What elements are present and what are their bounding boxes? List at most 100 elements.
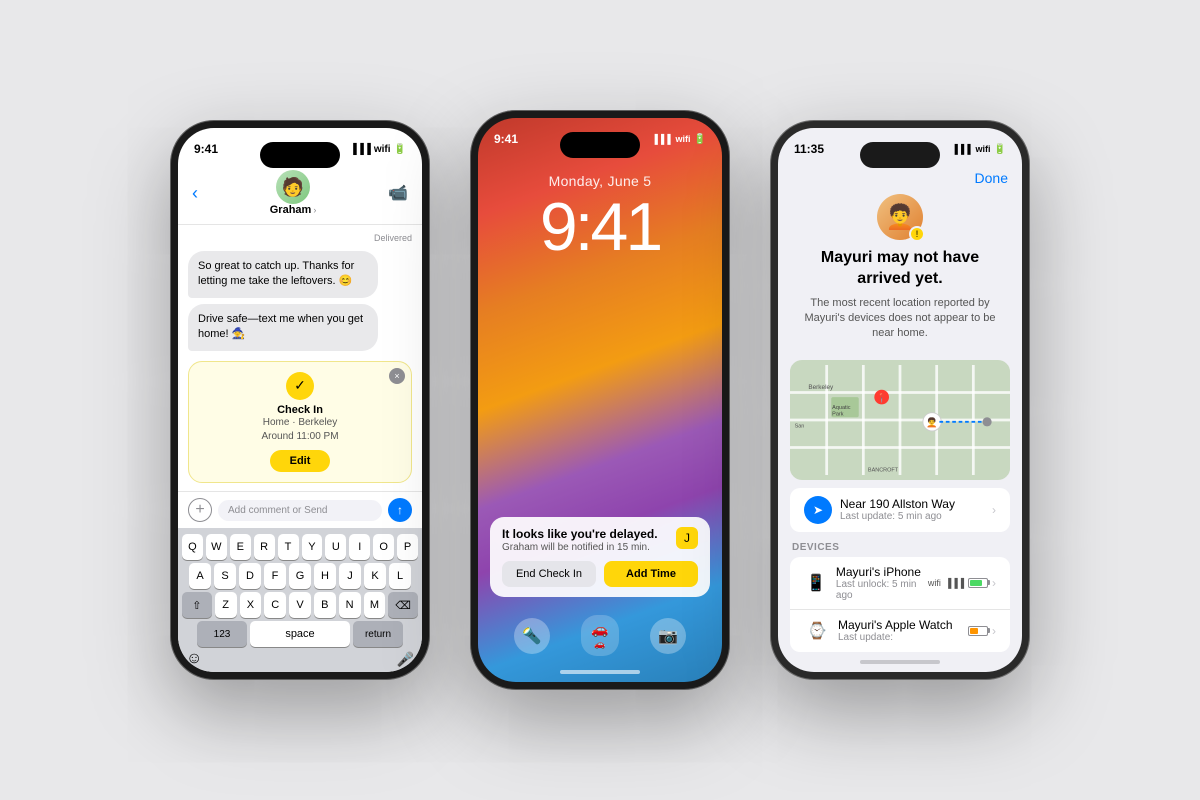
location-row[interactable]: ➤ Near 190 Allston Way Last update: 5 mi… [790, 488, 1010, 532]
check-in-icon: ✓ [286, 372, 314, 400]
devices-section: 📱 Mayuri's iPhone Last unlock: 5 min ago… [790, 557, 1010, 652]
svg-text:Aquatic: Aquatic [832, 405, 851, 411]
key-x[interactable]: X [240, 592, 262, 618]
iphone-wifi-icon: wifi [928, 578, 941, 588]
key-d[interactable]: D [239, 563, 261, 589]
camera-button[interactable]: 📷 [650, 618, 686, 654]
device-status-watch: Last update: [838, 632, 953, 643]
messages-header: ‹ 🧑 Graham › 📹 [178, 166, 422, 225]
add-attachment-button[interactable]: + [188, 498, 212, 522]
key-t[interactable]: T [278, 534, 299, 560]
send-button[interactable]: ↑ [388, 498, 412, 522]
device-row-watch[interactable]: ⌚ Mayuri's Apple Watch Last update: › [790, 610, 1010, 652]
status-icons-right: ▐▐▐ wifi 🔋 [951, 144, 1006, 155]
key-z[interactable]: Z [215, 592, 237, 618]
devices-section-header: DEVICES [778, 536, 1022, 557]
delayed-subtitle: Graham will be notified in 15 min. [502, 542, 658, 553]
delayed-actions: End Check In Add Time [502, 561, 698, 587]
device-right-watch: › [968, 624, 996, 638]
video-call-button[interactable]: 📹 [388, 183, 408, 203]
end-checkin-button[interactable]: End Check In [502, 561, 596, 587]
battery-cap [988, 580, 990, 585]
signal-icon-middle: ▐▐▐ [651, 134, 670, 144]
device-chevron-iphone-icon: › [992, 576, 996, 590]
contact-info[interactable]: 🧑 Graham › [270, 170, 317, 216]
home-indicator-middle [560, 670, 640, 674]
key-n[interactable]: N [339, 592, 361, 618]
key-j[interactable]: J [339, 563, 361, 589]
device-row-iphone[interactable]: 📱 Mayuri's iPhone Last unlock: 5 min ago… [790, 557, 1010, 610]
edit-checkin-button[interactable]: Edit [270, 450, 331, 472]
key-m[interactable]: M [364, 592, 386, 618]
status-icons-middle: ▐▐▐ wifi 🔋 [651, 134, 706, 145]
phone-right: 11:35 ▐▐▐ wifi 🔋 Done 🧑‍🦱 ! Mayuri may n… [770, 120, 1030, 680]
findmy-screen: 11:35 ▐▐▐ wifi 🔋 Done 🧑‍🦱 ! Mayuri may n… [778, 128, 1022, 672]
key-i[interactable]: I [349, 534, 370, 560]
key-delete[interactable]: ⌫ [388, 592, 418, 618]
key-u[interactable]: U [325, 534, 346, 560]
dynamic-island-left [260, 142, 340, 168]
check-in-title: Check In [199, 404, 401, 416]
add-time-button[interactable]: Add Time [604, 561, 698, 587]
key-f[interactable]: F [264, 563, 286, 589]
keyboard-row-1: Q W E R T Y U I O P [182, 534, 418, 560]
key-numbers[interactable]: 123 [197, 621, 247, 647]
device-name-watch: Mayuri's Apple Watch [838, 618, 953, 632]
done-button[interactable]: Done [975, 170, 1008, 186]
check-in-close-button[interactable]: × [389, 368, 405, 384]
key-h[interactable]: H [314, 563, 336, 589]
delayed-text: It looks like you're delayed. Graham wil… [502, 527, 658, 553]
wifi-icon-middle: wifi [676, 134, 691, 144]
contact-chevron-icon: › [313, 205, 316, 215]
key-e[interactable]: E [230, 534, 251, 560]
mic-button[interactable]: 🎤 [397, 651, 414, 668]
key-shift[interactable]: ⇧ [182, 592, 212, 618]
svg-text:Berkeley: Berkeley [808, 384, 834, 391]
key-l[interactable]: L [389, 563, 411, 589]
key-return[interactable]: return [353, 621, 403, 647]
device-chevron-watch-icon: › [992, 624, 996, 638]
device-right-iphone: wifi ▐▐▐ › [928, 576, 996, 590]
contact-name: Graham [270, 204, 312, 216]
home-indicator-right [860, 660, 940, 664]
emoji-button[interactable]: ☺ [186, 650, 202, 668]
status-time-left: 9:41 [194, 142, 218, 156]
alert-avatar: 🧑‍🦱 ! [877, 194, 923, 240]
keyboard: Q W E R T Y U I O P A S D F G H [178, 528, 422, 672]
watch-battery-cap [988, 628, 990, 633]
message-input[interactable]: Add comment or Send [218, 500, 382, 521]
key-space[interactable]: space [250, 621, 350, 647]
status-time-middle: 9:41 [494, 132, 518, 146]
key-p[interactable]: P [397, 534, 418, 560]
key-b[interactable]: B [314, 592, 336, 618]
watch-battery-fill [970, 628, 978, 634]
screen-left: 9:41 ▐▐▐ wifi 🔋 ‹ 🧑 Graham › 📹 [178, 128, 422, 672]
battery-fill [970, 580, 982, 586]
key-q[interactable]: Q [182, 534, 203, 560]
key-o[interactable]: O [373, 534, 394, 560]
svg-text:BANCROFT: BANCROFT [868, 467, 899, 473]
lockscreen-date: Monday, June 5 [478, 173, 722, 189]
key-c[interactable]: C [264, 592, 286, 618]
key-r[interactable]: R [254, 534, 275, 560]
watch-device-icon: ⌚ [804, 618, 830, 644]
key-g[interactable]: G [289, 563, 311, 589]
key-s[interactable]: S [214, 563, 236, 589]
wifi-icon-right: wifi [976, 144, 991, 154]
key-y[interactable]: Y [302, 534, 323, 560]
findmy-header: Done [778, 166, 1022, 194]
key-w[interactable]: W [206, 534, 227, 560]
key-v[interactable]: V [289, 592, 311, 618]
back-button[interactable]: ‹ [192, 183, 198, 204]
driving-mode-button[interactable]: 🚗 🚗 [581, 615, 618, 656]
flashlight-button[interactable]: 🔦 [514, 618, 550, 654]
watch-battery-icon [968, 626, 988, 636]
keyboard-bottom-row: ☺ 🎤 [182, 650, 418, 668]
location-left: ➤ Near 190 Allston Way Last update: 5 mi… [804, 496, 955, 524]
delayed-header: It looks like you're delayed. Graham wil… [502, 527, 698, 553]
delayed-title: It looks like you're delayed. [502, 527, 658, 541]
alert-description: The most recent location reported by May… [794, 296, 1006, 342]
key-a[interactable]: A [189, 563, 211, 589]
svg-text:Park: Park [832, 411, 844, 417]
key-k[interactable]: K [364, 563, 386, 589]
